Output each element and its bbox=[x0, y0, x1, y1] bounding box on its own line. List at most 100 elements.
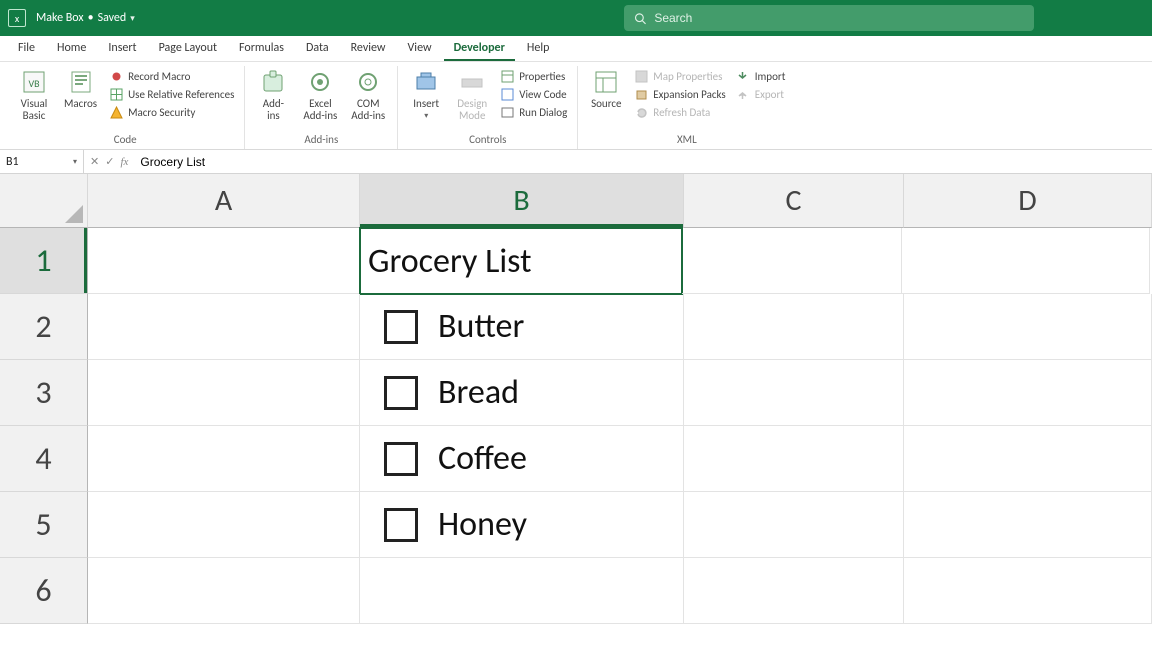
addins-button[interactable]: Add- ins bbox=[253, 66, 293, 124]
properties-button[interactable]: Properties bbox=[498, 68, 569, 84]
tab-page-layout[interactable]: Page Layout bbox=[149, 37, 227, 61]
insert-control-button[interactable]: Insert ▾ bbox=[406, 66, 446, 123]
name-box[interactable]: B1 ▾ bbox=[0, 150, 84, 173]
chevron-down-icon[interactable]: ▾ bbox=[130, 13, 135, 24]
tab-review[interactable]: Review bbox=[341, 37, 396, 61]
cell-A5[interactable] bbox=[88, 492, 360, 558]
cell-C4[interactable] bbox=[684, 426, 904, 492]
cell-A2[interactable] bbox=[88, 294, 360, 360]
row-header-2[interactable]: 2 bbox=[0, 294, 88, 360]
cell-A4[interactable] bbox=[88, 426, 360, 492]
column-header-D[interactable]: D bbox=[904, 174, 1152, 228]
row-header-3[interactable]: 3 bbox=[0, 360, 88, 426]
formula-input[interactable] bbox=[134, 155, 1152, 169]
excel-addins-button[interactable]: Excel Add-ins bbox=[299, 66, 341, 124]
export-button[interactable]: Export bbox=[734, 86, 788, 102]
run-dialog-button[interactable]: Run Dialog bbox=[498, 104, 569, 120]
document-title[interactable]: Make Box • Saved ▾ bbox=[36, 11, 135, 25]
group-label-controls: Controls bbox=[406, 131, 569, 149]
select-all-corner[interactable] bbox=[0, 174, 88, 228]
tab-formulas[interactable]: Formulas bbox=[229, 37, 294, 61]
ribbon-group-addins: Add- ins Excel Add-ins COM Add-ins Add-i… bbox=[245, 66, 398, 149]
use-relative-references-button[interactable]: Use Relative References bbox=[107, 86, 236, 102]
row-3: 3 Bread bbox=[0, 360, 1152, 426]
svg-text:VB: VB bbox=[28, 77, 40, 90]
cell-D4[interactable] bbox=[904, 426, 1152, 492]
source-button[interactable]: Source bbox=[586, 66, 626, 112]
tab-insert[interactable]: Insert bbox=[98, 37, 146, 61]
visual-basic-button[interactable]: VB Visual Basic bbox=[14, 66, 54, 124]
fx-icon[interactable]: fx bbox=[120, 156, 128, 168]
search-icon bbox=[634, 12, 646, 25]
cell-D2[interactable] bbox=[904, 294, 1152, 360]
ribbon: VB Visual Basic Macros Record Macro Use … bbox=[0, 62, 1152, 150]
cell-A3[interactable] bbox=[88, 360, 360, 426]
column-header-C[interactable]: C bbox=[684, 174, 904, 228]
design-mode-button[interactable]: Design Mode bbox=[452, 66, 492, 124]
cell-C1[interactable] bbox=[682, 228, 902, 294]
cell-B2[interactable]: Butter bbox=[360, 294, 684, 360]
checkbox-control[interactable] bbox=[384, 376, 418, 410]
com-addins-button[interactable]: COM Add-ins bbox=[347, 66, 389, 124]
macros-button[interactable]: Macros bbox=[60, 66, 101, 112]
column-header-A[interactable]: A bbox=[88, 174, 360, 228]
checkbox-control[interactable] bbox=[384, 310, 418, 344]
code-icon bbox=[500, 87, 514, 101]
cell-D1[interactable] bbox=[902, 228, 1150, 294]
cell-B1[interactable]: Grocery List bbox=[359, 227, 683, 295]
ribbon-group-code: VB Visual Basic Macros Record Macro Use … bbox=[6, 66, 245, 149]
cell-D5[interactable] bbox=[904, 492, 1152, 558]
macro-security-button[interactable]: Macro Security bbox=[107, 104, 236, 120]
title-bar: x Make Box • Saved ▾ bbox=[0, 0, 1152, 36]
tab-home[interactable]: Home bbox=[47, 37, 96, 61]
checkbox-control[interactable] bbox=[384, 508, 418, 542]
cell-B6[interactable] bbox=[360, 558, 684, 624]
cell-B5[interactable]: Honey bbox=[360, 492, 684, 558]
cell-B3[interactable]: Bread bbox=[360, 360, 684, 426]
cell-B4[interactable]: Coffee bbox=[360, 426, 684, 492]
cancel-edit-icon[interactable]: ✕ bbox=[90, 155, 99, 168]
row-5: 5 Honey bbox=[0, 492, 1152, 558]
expansion-packs-button[interactable]: Expansion Packs bbox=[632, 86, 727, 102]
cell-D3[interactable] bbox=[904, 360, 1152, 426]
formula-bar: B1 ▾ ✕ ✓ fx bbox=[0, 150, 1152, 174]
visual-basic-icon: VB bbox=[20, 68, 48, 96]
grid-icon bbox=[109, 87, 123, 101]
group-label-xml: XML bbox=[586, 131, 787, 149]
ruler-icon bbox=[458, 68, 486, 96]
refresh-data-button[interactable]: Refresh Data bbox=[632, 104, 727, 120]
gear-icon bbox=[306, 68, 334, 96]
chevron-down-icon: ▾ bbox=[424, 112, 428, 121]
properties-icon bbox=[500, 69, 514, 83]
import-button[interactable]: Import bbox=[734, 68, 788, 84]
search-input[interactable] bbox=[654, 11, 1024, 25]
row-header-4[interactable]: 4 bbox=[0, 426, 88, 492]
row-header-1[interactable]: 1 bbox=[0, 228, 88, 294]
dropdown-icon[interactable]: ▾ bbox=[73, 157, 77, 167]
map-properties-button[interactable]: Map Properties bbox=[632, 68, 727, 84]
confirm-edit-icon[interactable]: ✓ bbox=[105, 155, 114, 168]
dialog-icon bbox=[500, 105, 514, 119]
cell-D6[interactable] bbox=[904, 558, 1152, 624]
row-header-6[interactable]: 6 bbox=[0, 558, 88, 624]
cell-A1[interactable] bbox=[88, 228, 360, 294]
view-code-button[interactable]: View Code bbox=[498, 86, 569, 102]
tab-developer[interactable]: Developer bbox=[444, 37, 515, 61]
search-box[interactable] bbox=[624, 5, 1034, 31]
cell-C2[interactable] bbox=[684, 294, 904, 360]
row-2: 2 Butter bbox=[0, 294, 1152, 360]
tab-data[interactable]: Data bbox=[296, 37, 339, 61]
checkbox-control[interactable] bbox=[384, 442, 418, 476]
cell-C3[interactable] bbox=[684, 360, 904, 426]
cell-C6[interactable] bbox=[684, 558, 904, 624]
tab-file[interactable]: File bbox=[8, 37, 45, 61]
tab-help[interactable]: Help bbox=[517, 37, 560, 61]
row-header-5[interactable]: 5 bbox=[0, 492, 88, 558]
row-1: 1 Grocery List bbox=[0, 228, 1152, 294]
record-macro-button[interactable]: Record Macro bbox=[107, 68, 236, 84]
checkbox-label: Honey bbox=[438, 504, 527, 545]
column-header-B[interactable]: B bbox=[360, 174, 684, 228]
cell-A6[interactable] bbox=[88, 558, 360, 624]
tab-view[interactable]: View bbox=[398, 37, 442, 61]
cell-C5[interactable] bbox=[684, 492, 904, 558]
